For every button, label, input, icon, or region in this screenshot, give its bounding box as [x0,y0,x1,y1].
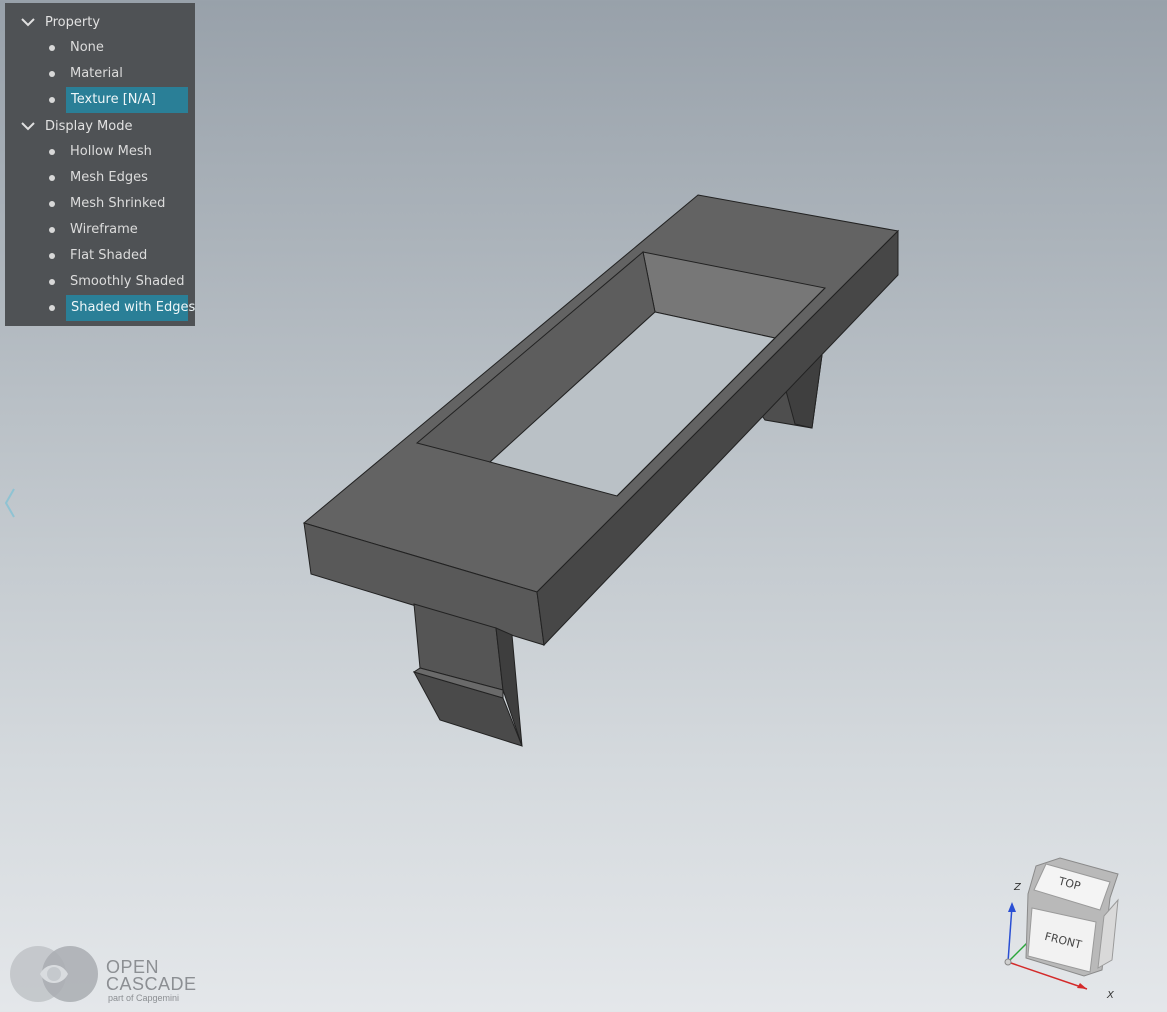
option-hollow-mesh[interactable]: Hollow Mesh [5,139,195,165]
display-options-panel: Property None Material Texture [N/A] Dis… [5,3,195,326]
option-label: Mesh Edges [70,170,148,185]
option-mesh-edges[interactable]: Mesh Edges [5,165,195,191]
option-texture[interactable]: Texture [N/A] [5,87,195,113]
option-shaded-with-edges[interactable]: Shaded with Edges [5,295,195,321]
logo-tagline: part of Capgemini [108,993,180,1003]
bullet-icon [49,305,55,311]
bullet-icon [49,71,55,77]
option-label: Texture [N/A] [66,87,188,113]
option-label: None [70,40,104,55]
logo-infinity-icon [10,946,98,1002]
option-mesh-shrinked[interactable]: Mesh Shrinked [5,191,195,217]
option-flat-shaded[interactable]: Flat Shaded [5,243,195,269]
chevron-down-icon [21,122,35,131]
x-axis-arrow [1077,983,1087,989]
bullet-icon [49,253,55,259]
chevron-left-icon [4,488,15,518]
option-label: Hollow Mesh [70,144,152,159]
axis-z-label: Z [1013,882,1022,893]
option-wireframe[interactable]: Wireframe [5,217,195,243]
side-panel-toggle[interactable] [3,487,17,519]
open-cascade-logo: OPEN CASCADE part of Capgemini [10,944,200,1006]
option-label: Wireframe [70,222,138,237]
bullet-icon [49,227,55,233]
bullet-icon [49,201,55,207]
axis-origin [1004,958,1012,966]
option-label: Smoothly Shaded [70,274,185,289]
view-cube[interactable]: Z X TOP FRONT [998,852,1167,1012]
y-axis [1007,941,1029,963]
option-smoothly-shaded[interactable]: Smoothly Shaded [5,269,195,295]
bullet-icon [49,97,55,103]
group-label: Property [45,14,101,30]
option-label: Mesh Shrinked [70,196,166,211]
chevron-down-icon [21,18,35,27]
option-label: Flat Shaded [70,248,148,263]
group-label: Display Mode [45,118,133,134]
group-display-mode[interactable]: Display Mode [5,113,195,139]
bullet-icon [49,45,55,51]
axis-x-label: X [1106,990,1115,1001]
option-none[interactable]: None [5,35,195,61]
option-label: Material [70,66,123,81]
z-axis-arrow [1008,902,1016,912]
bullet-icon [49,149,55,155]
group-property[interactable]: Property [5,9,195,35]
option-material[interactable]: Material [5,61,195,87]
bullet-icon [49,279,55,285]
z-axis [1007,905,1013,963]
view-cube-svg: Z X TOP FRONT [1004,857,1119,1001]
option-label: Shaded with Edges [66,295,195,321]
logo-text-cascade: CASCADE [106,974,197,994]
bullet-icon [49,175,55,181]
